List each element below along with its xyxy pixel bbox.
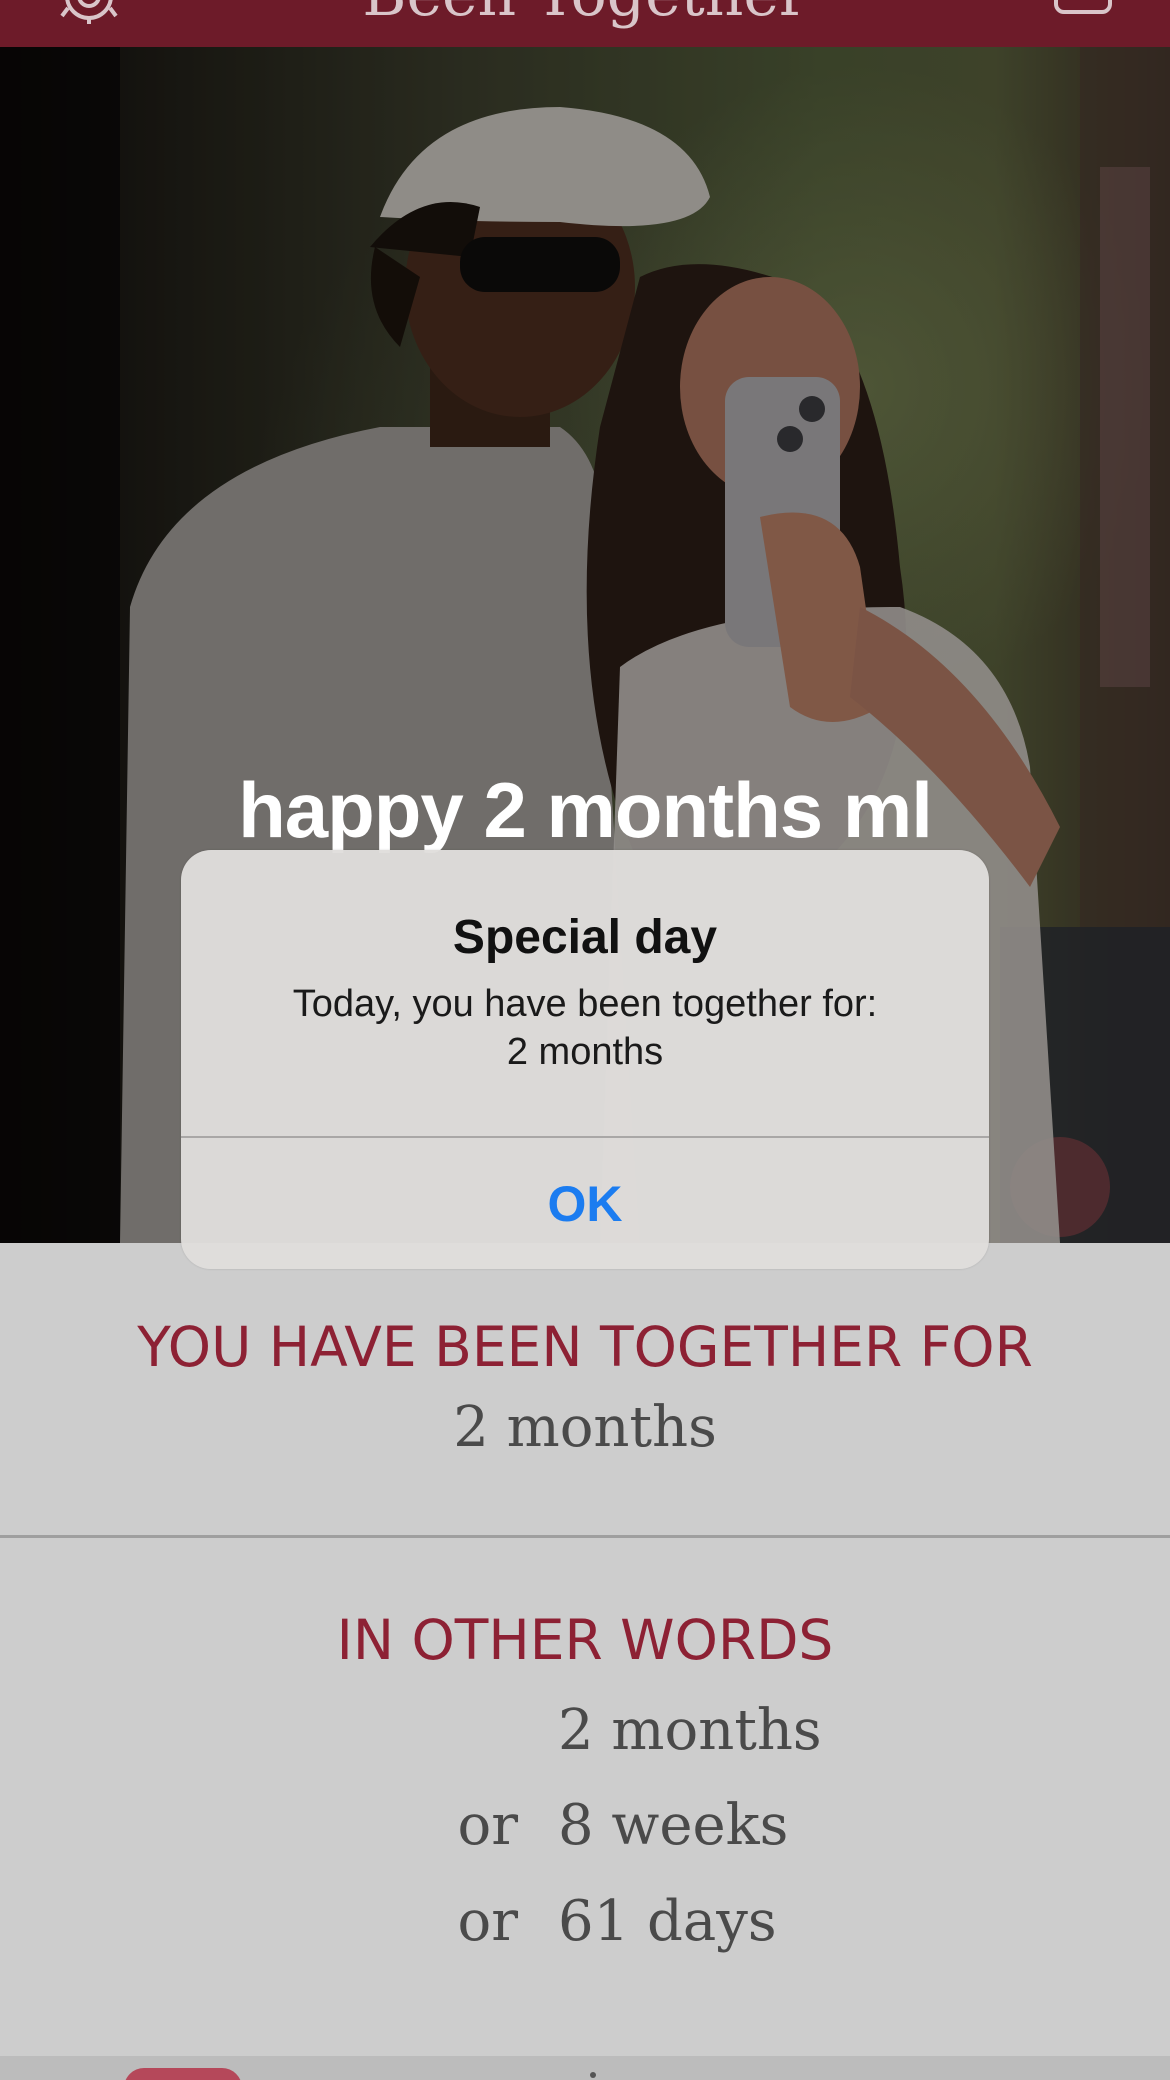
other-words-section: IN OTHER WORDS 2 months or 8 weeks or 61… xyxy=(0,1538,1170,2058)
duration-value: 8 weeks xyxy=(558,1793,789,1858)
special-day-alert: Special day Today, you have been togethe… xyxy=(181,850,989,1269)
photo-frame-icon[interactable] xyxy=(1054,0,1112,14)
together-section: YOU HAVE BEEN TOGETHER FOR 2 months xyxy=(0,1243,1170,1536)
alert-message-line-2: 2 months xyxy=(506,1031,664,1073)
ok-button[interactable]: OK xyxy=(181,1138,989,1269)
dot-icon xyxy=(590,2072,596,2078)
duration-row: or 8 weeks xyxy=(0,1793,1170,1883)
together-heading: YOU HAVE BEEN TOGETHER FOR xyxy=(137,1315,1033,1379)
alert-message-line-1: Today, you have been together for: xyxy=(292,983,878,1025)
other-words-heading: IN OTHER WORDS xyxy=(336,1608,834,1672)
duration-prefix: or xyxy=(457,1793,518,1858)
bottom-pill-button[interactable] xyxy=(124,2068,242,2080)
top-app-bar: Been Together xyxy=(0,0,1170,47)
photo-caption: happy 2 months ml xyxy=(238,766,933,854)
together-value: 2 months xyxy=(453,1395,717,1460)
alert-title: Special day xyxy=(452,911,718,964)
duration-prefix: or xyxy=(457,1889,518,1954)
duration-row: 2 months xyxy=(0,1698,1170,1788)
duration-row: or 61 days xyxy=(0,1889,1170,1979)
app-title: Been Together xyxy=(0,0,1170,30)
bottom-toolbar xyxy=(0,2056,1170,2080)
alert-message: Today, you have been together for: 2 mon… xyxy=(181,980,989,1076)
duration-value: 61 days xyxy=(558,1889,777,1954)
duration-value: 2 months xyxy=(558,1698,822,1763)
